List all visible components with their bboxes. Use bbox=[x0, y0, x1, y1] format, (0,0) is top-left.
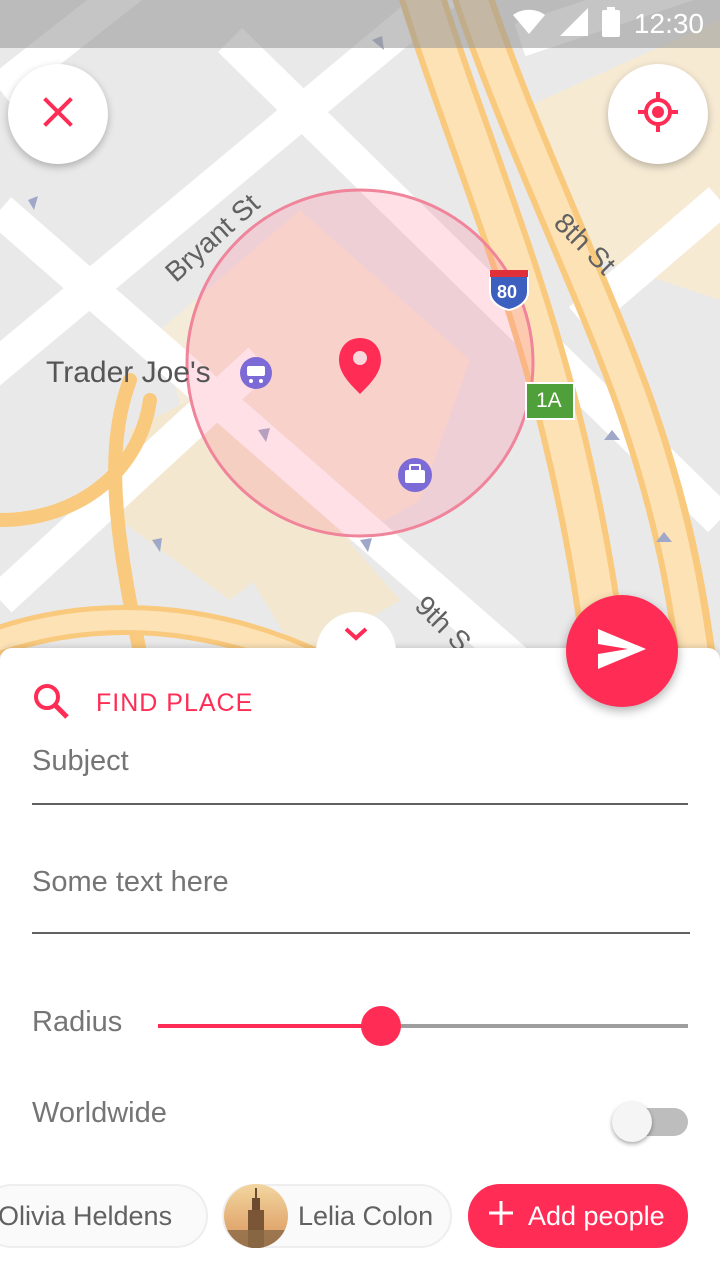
search-icon bbox=[32, 682, 70, 725]
subject-field[interactable] bbox=[32, 745, 688, 805]
person-chip-name: Lelia Colon bbox=[298, 1200, 434, 1231]
person-chip-name: Olivia Heldens bbox=[0, 1200, 173, 1231]
people-chips: Olivia Heldens Lelia Colon Add people bbox=[0, 1184, 720, 1248]
person-chip[interactable]: Olivia Heldens bbox=[0, 1184, 208, 1248]
add-people-button[interactable]: Add people bbox=[468, 1184, 688, 1248]
status-time: 12:30 bbox=[633, 8, 704, 39]
exit-label: 1A bbox=[536, 389, 562, 412]
text-field[interactable] bbox=[32, 866, 690, 934]
poi-label: Trader Joe's bbox=[46, 356, 211, 389]
send-button[interactable] bbox=[566, 595, 678, 707]
map-pin-icon[interactable] bbox=[338, 336, 382, 396]
add-people-label: Add people bbox=[528, 1200, 665, 1231]
worldwide-label: Worldwide bbox=[32, 1097, 167, 1129]
find-place-button[interactable]: FIND PLACE bbox=[32, 682, 253, 725]
my-location-button[interactable] bbox=[608, 64, 708, 164]
avatar bbox=[224, 1184, 288, 1248]
chevron-down-icon bbox=[343, 626, 369, 662]
radius-label: Radius bbox=[32, 1006, 123, 1038]
text-input[interactable] bbox=[32, 866, 690, 899]
worldwide-toggle[interactable] bbox=[612, 1100, 690, 1144]
my-location-icon bbox=[636, 90, 680, 139]
signal-icon bbox=[559, 7, 588, 41]
close-button[interactable] bbox=[8, 64, 108, 164]
wifi-icon bbox=[512, 9, 546, 40]
send-icon bbox=[598, 628, 646, 674]
status-bar: 12:30 bbox=[0, 0, 720, 48]
radius-slider[interactable] bbox=[158, 1006, 688, 1046]
toggle-thumb bbox=[612, 1102, 652, 1142]
slider-fill bbox=[158, 1024, 381, 1028]
subject-input[interactable] bbox=[32, 745, 688, 778]
slider-thumb[interactable] bbox=[360, 1006, 401, 1046]
interstate-label: 80 bbox=[497, 282, 518, 302]
close-icon bbox=[42, 96, 74, 133]
person-chip[interactable]: Lelia Colon bbox=[222, 1184, 452, 1248]
plus-icon bbox=[488, 1200, 514, 1233]
find-place-label: FIND PLACE bbox=[96, 689, 254, 717]
battery-icon bbox=[601, 6, 620, 42]
